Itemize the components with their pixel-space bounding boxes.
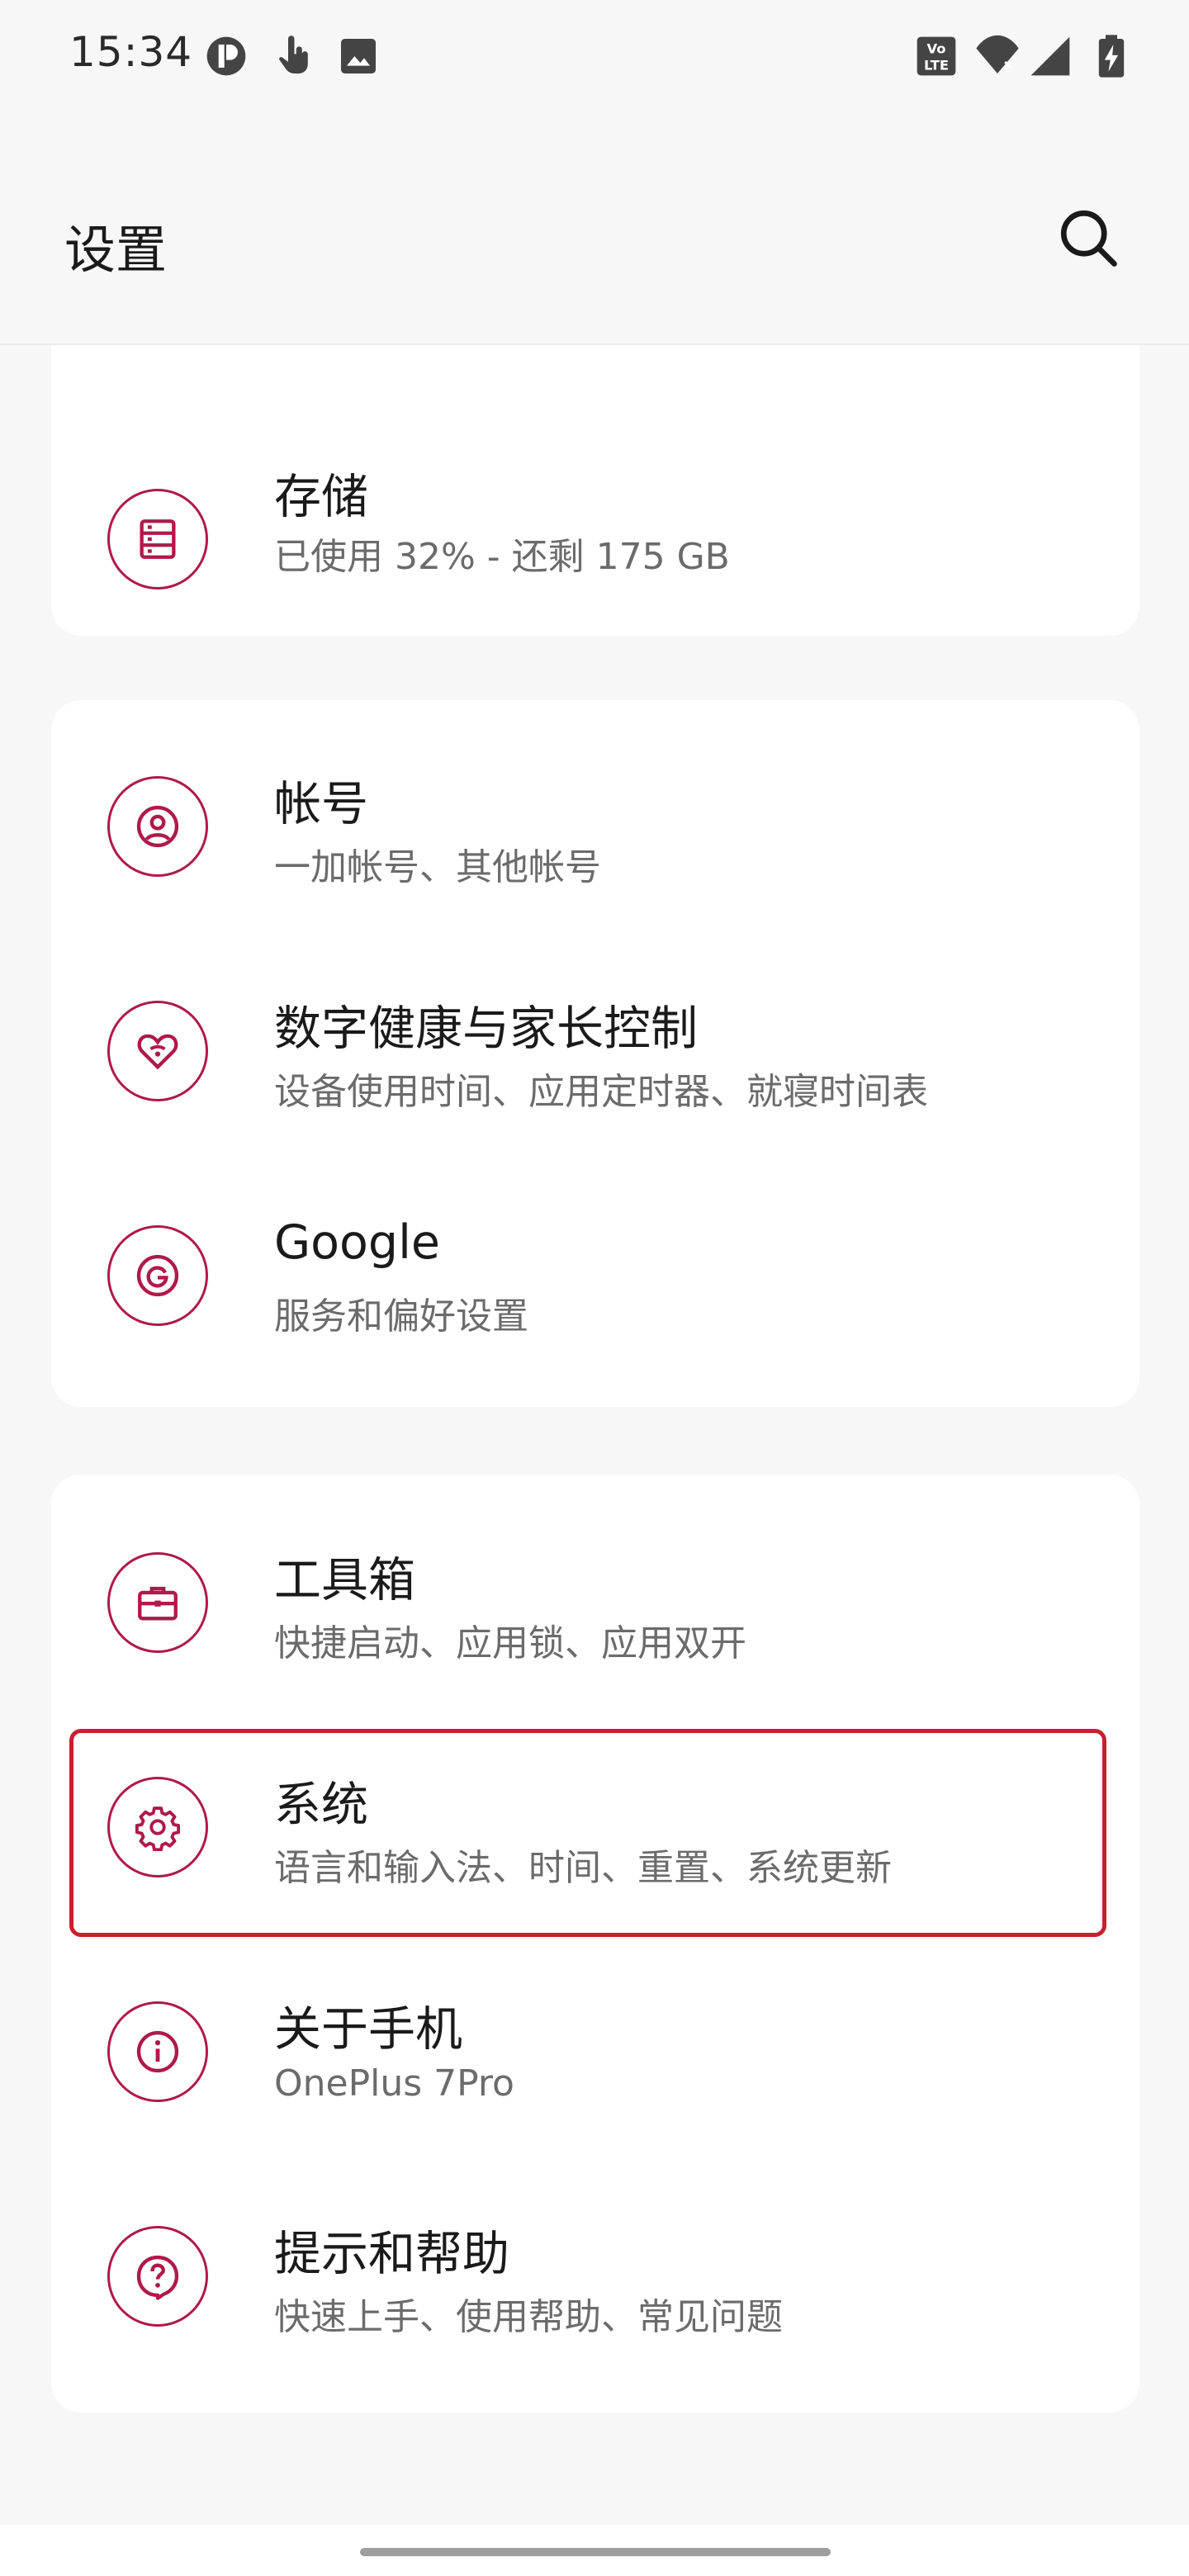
system-gear-icon xyxy=(107,1777,208,1878)
settings-item-subtitle: OnePlus 7Pro xyxy=(274,2062,514,2105)
search-icon xyxy=(1060,210,1117,267)
digital-wellbeing-icon xyxy=(107,1001,208,1101)
settings-item-title: 提示和帮助 xyxy=(274,2227,509,2281)
touch-gesture-icon xyxy=(271,33,317,79)
settings-item-subtitle: 快速上手、使用帮助、常见问题 xyxy=(274,2296,783,2338)
settings-item-google[interactable]: Google 服务和偏好设置 xyxy=(51,1149,1139,1374)
settings-item-toolbox[interactable]: 工具箱 快捷启动、应用锁、应用双开 xyxy=(51,1475,1139,1699)
settings-item-title: 工具箱 xyxy=(274,1553,415,1608)
settings-item-subtitle: 快捷启动、应用锁、应用双开 xyxy=(274,1622,746,1664)
settings-item-storage[interactable]: 存储 已使用 32% - 还剩 175 GB xyxy=(51,378,1139,603)
settings-item-subtitle: 一加帐号、其他帐号 xyxy=(274,846,601,888)
settings-item-title: Google xyxy=(274,1215,441,1270)
settings-item-title: 存储 xyxy=(274,470,368,524)
image-icon xyxy=(335,33,381,79)
storage-icon xyxy=(107,489,208,590)
help-icon xyxy=(107,2226,208,2327)
app-notification-icon xyxy=(203,33,249,79)
search-button[interactable] xyxy=(1054,203,1123,272)
status-time: 15:34 xyxy=(69,28,193,76)
volte-icon: Vo LTE xyxy=(913,33,959,79)
wifi-icon xyxy=(974,33,1021,79)
settings-card-system: 工具箱 快捷启动、应用锁、应用双开 系统 语言和输入法、时间、重置、系统更新 关… xyxy=(51,1475,1139,2413)
battery-charging-icon xyxy=(1088,33,1135,79)
cellular-signal-icon xyxy=(1027,33,1073,79)
home-indicator[interactable] xyxy=(360,2548,831,2556)
settings-item-system[interactable]: 系统 语言和输入法、时间、重置、系统更新 xyxy=(51,1699,1139,1924)
settings-card-storage: 存储 已使用 32% - 还剩 175 GB xyxy=(51,345,1139,636)
google-icon xyxy=(107,1225,208,1326)
app-bar: 设置 xyxy=(0,116,1189,345)
status-bar: 15:34 Vo LTE xyxy=(0,0,1189,116)
svg-text:Vo: Vo xyxy=(927,41,946,57)
settings-item-subtitle: 服务和偏好设置 xyxy=(274,1295,528,1338)
settings-item-help[interactable]: 提示和帮助 快速上手、使用帮助、常见问题 xyxy=(51,2148,1139,2373)
toolbox-icon xyxy=(107,1552,208,1653)
settings-item-title: 数字健康与家长控制 xyxy=(274,1002,698,1056)
account-icon xyxy=(107,776,208,877)
settings-item-account[interactable]: 帐号 一加帐号、其他帐号 xyxy=(51,700,1139,925)
settings-card-accounts: 帐号 一加帐号、其他帐号 数字健康与家长控制 设备使用时间、应用定时器、就寝时间… xyxy=(51,700,1139,1407)
settings-item-title: 帐号 xyxy=(274,777,368,831)
settings-item-about-phone[interactable]: 关于手机 OnePlus 7Pro xyxy=(51,1924,1139,2148)
settings-item-subtitle: 设备使用时间、应用定时器、就寝时间表 xyxy=(274,1071,928,1113)
settings-item-title: 系统 xyxy=(274,1778,368,1832)
settings-item-subtitle: 语言和输入法、时间、重置、系统更新 xyxy=(274,1847,892,1889)
settings-item-title: 关于手机 xyxy=(274,2002,462,2057)
svg-text:LTE: LTE xyxy=(924,57,949,73)
about-phone-icon xyxy=(107,2001,208,2102)
page-title: 设置 xyxy=(64,220,168,280)
settings-item-subtitle: 已使用 32% - 还剩 175 GB xyxy=(274,536,730,578)
settings-item-digital-wellbeing[interactable]: 数字健康与家长控制 设备使用时间、应用定时器、就寝时间表 xyxy=(51,925,1139,1149)
